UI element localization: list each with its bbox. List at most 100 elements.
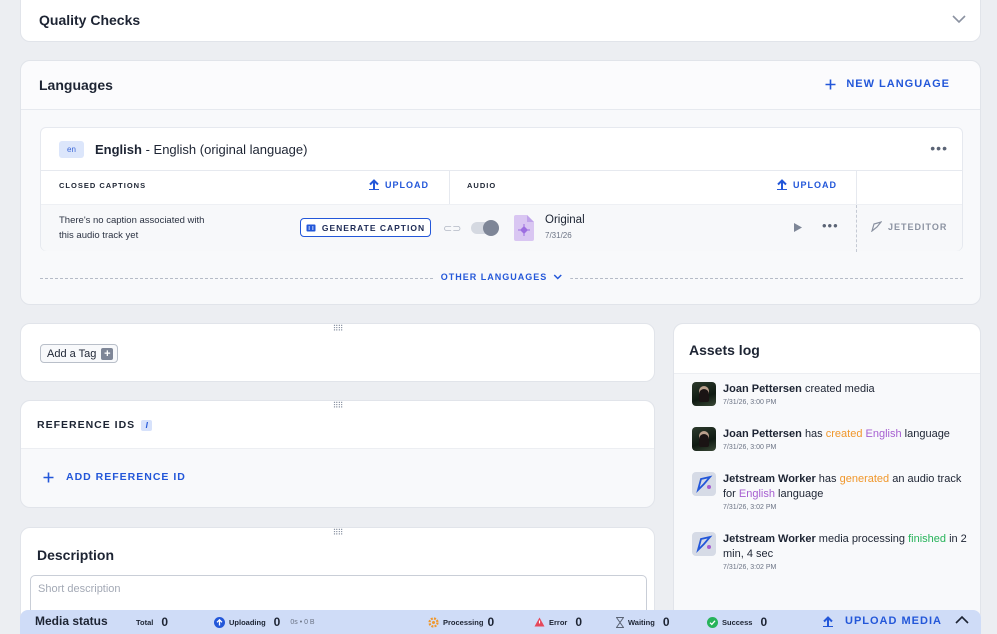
avatar xyxy=(692,382,716,406)
add-reference-id-label: ADD REFERENCE ID xyxy=(66,471,186,483)
dashed-divider xyxy=(856,205,857,252)
audio-toggle[interactable] xyxy=(471,220,499,236)
assets-log-card: Assets log Joan Pettersen created media … xyxy=(673,323,981,623)
more-options-icon[interactable]: ••• xyxy=(930,140,948,156)
log-actor: Joan Pettersen xyxy=(723,383,802,395)
audio-track-date: 7/31/26 xyxy=(545,231,572,240)
upload-media-button[interactable]: UPLOAD MEDIA xyxy=(823,615,942,627)
other-languages-toggle[interactable]: OTHER LANGUAGES xyxy=(432,272,571,282)
log-language: English xyxy=(865,428,902,440)
reference-ids-header: ⠿⠿ REFERENCE IDS i xyxy=(21,401,654,449)
jetstream-worker-icon xyxy=(696,535,713,554)
closed-captions-header: CLOSED CAPTIONS UPLOAD xyxy=(59,171,429,204)
log-language: English xyxy=(738,488,775,500)
audio-upload-button[interactable]: UPLOAD xyxy=(777,179,837,190)
generate-caption-label: GENERATE CAPTION xyxy=(321,222,426,233)
language-name: English - English (original language) xyxy=(95,142,307,157)
total-count: 0 xyxy=(161,615,169,629)
audio-file-icon xyxy=(514,215,534,241)
chevron-down-icon[interactable] xyxy=(952,15,966,24)
media-status-bar[interactable]: Media status Total 0 Uploading 0 0s • 0 … xyxy=(20,610,981,634)
success-count: 0 xyxy=(760,615,768,629)
status-error: Error 0 xyxy=(534,615,582,629)
chevron-up-icon[interactable] xyxy=(955,615,969,624)
upload-arrow-icon xyxy=(369,179,379,190)
uploading-icon xyxy=(214,616,225,628)
audio-more-icon[interactable]: ••• xyxy=(822,218,839,233)
new-language-label: NEW LANGUAGE xyxy=(846,78,950,90)
audio-track-name: Original xyxy=(545,214,585,226)
closed-captions-label: CLOSED CAPTIONS xyxy=(59,181,147,190)
log-text: has xyxy=(804,428,823,440)
status-uploading: Uploading 0 0s • 0 B xyxy=(214,615,315,629)
reference-ids-label: REFERENCE IDS xyxy=(37,419,136,431)
drag-handle-icon[interactable]: ⠿⠿ xyxy=(333,529,344,537)
log-date: 7/31/26, 3:02 PM xyxy=(723,504,777,511)
error-label: Error xyxy=(549,617,568,627)
quality-checks-title: Quality Checks xyxy=(39,12,141,28)
plus-icon xyxy=(825,79,836,89)
tags-card: ⠿⠿ Add a Tag + xyxy=(20,323,655,382)
error-warning-icon xyxy=(534,617,545,627)
log-date: 7/31/26, 3:02 PM xyxy=(723,564,777,571)
toggle-knob xyxy=(483,220,499,236)
jeteditor-icon xyxy=(871,221,882,232)
processing-label: Processing xyxy=(443,617,484,627)
upload-arrow-icon xyxy=(777,179,787,190)
language-code-badge: en xyxy=(59,141,84,158)
other-languages-divider: OTHER LANGUAGES xyxy=(40,272,963,282)
upload-arrow-icon xyxy=(823,615,833,627)
generate-caption-button[interactable]: GENERATE CAPTION xyxy=(300,218,431,237)
processing-gear-icon xyxy=(428,616,439,628)
processing-count: 0 xyxy=(487,615,495,629)
log-entry-text: Joan Pettersen created media xyxy=(723,382,973,397)
media-status-title: Media status xyxy=(35,614,108,628)
total-label: Total xyxy=(136,617,154,627)
language-name-bold: English xyxy=(95,142,142,157)
add-tag-button[interactable]: Add a Tag + xyxy=(40,344,119,363)
log-action: created xyxy=(825,428,863,440)
add-reference-id-button[interactable]: ADD REFERENCE ID xyxy=(43,471,186,483)
audio-upload-label: UPLOAD xyxy=(793,179,837,190)
chevron-down-icon xyxy=(553,274,562,280)
success-label: Success xyxy=(722,617,753,627)
quality-checks-card[interactable]: Quality Checks xyxy=(20,0,981,42)
log-actor: Jetstream Worker xyxy=(723,533,816,545)
drag-handle-icon[interactable]: ⠿⠿ xyxy=(333,325,344,333)
link-icon: ⊂⊃ xyxy=(443,223,462,235)
cc-upload-button[interactable]: UPLOAD xyxy=(369,179,429,190)
add-tag-label: Add a Tag xyxy=(47,347,97,360)
info-icon[interactable]: i xyxy=(141,419,153,431)
drag-handle-icon[interactable]: ⠿⠿ xyxy=(333,402,344,410)
log-entry: Joan Pettersen created media 7/31/26, 3:… xyxy=(692,382,972,412)
jeteditor-label: JETEDITOR xyxy=(888,221,948,232)
column-divider xyxy=(856,171,857,204)
language-detail: - English (original language) xyxy=(145,142,308,157)
jeteditor-button[interactable]: JETEDITOR xyxy=(871,221,947,232)
log-entry: Jetstream Worker has generated an audio … xyxy=(692,472,972,517)
log-text: language xyxy=(778,488,824,500)
language-entry-header: en English - English (original language)… xyxy=(41,128,962,171)
audio-label: AUDIO xyxy=(467,181,497,190)
avatar xyxy=(692,532,716,556)
log-action: generated xyxy=(839,473,890,485)
languages-title: Languages xyxy=(39,77,113,93)
log-entry-text: Joan Pettersen has created English langu… xyxy=(723,427,973,442)
avatar xyxy=(692,427,716,451)
new-language-button[interactable]: NEW LANGUAGE xyxy=(825,78,950,90)
waiting-label: Waiting xyxy=(628,617,655,627)
log-actor: Joan Pettersen xyxy=(723,428,802,440)
cc-upload-label: UPLOAD xyxy=(385,179,429,190)
error-count: 0 xyxy=(575,615,583,629)
play-icon[interactable] xyxy=(793,222,803,233)
jetstream-worker-icon xyxy=(696,475,713,494)
status-processing: Processing 0 xyxy=(428,615,494,629)
other-languages-label: OTHER LANGUAGES xyxy=(440,272,548,282)
assets-log-header: Assets log xyxy=(674,324,980,374)
audio-header: AUDIO UPLOAD xyxy=(467,171,837,204)
languages-header: Languages NEW LANGUAGE xyxy=(21,61,980,110)
log-date: 7/31/26, 3:00 PM xyxy=(723,399,777,406)
log-entry-text: Jetstream Worker has generated an audio … xyxy=(723,472,973,502)
caption-audio-row: There's no caption associated with this … xyxy=(41,204,962,252)
uploading-label: Uploading xyxy=(229,617,266,627)
